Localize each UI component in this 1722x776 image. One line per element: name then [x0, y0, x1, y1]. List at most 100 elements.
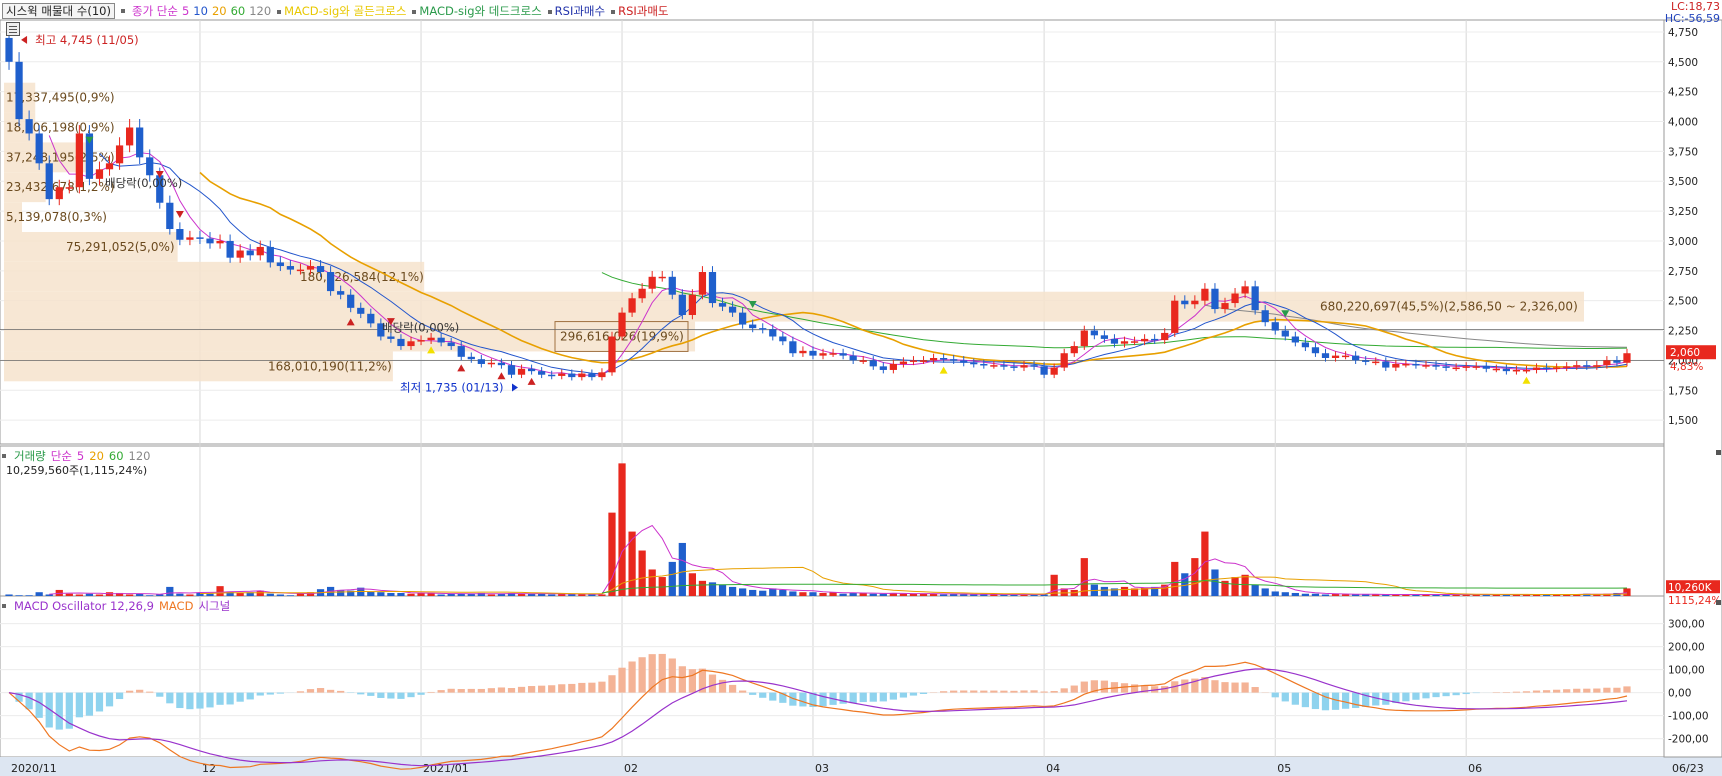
- bullet-icon: [277, 9, 282, 14]
- candle-body: [819, 353, 827, 356]
- macd-oscillator-bar: [1311, 692, 1320, 710]
- candle-body: [628, 298, 636, 313]
- macd-oscillator-bar: [558, 684, 566, 693]
- ma-legend: 종가 단순 5 10 20 60 120: [120, 3, 271, 19]
- candle-body: [658, 276, 666, 279]
- candle-body: [1251, 286, 1259, 311]
- candle-body: [718, 303, 727, 307]
- volume-bar: [5, 594, 13, 596]
- macd-oscillator-bar: [1613, 687, 1621, 693]
- macd-oscillator-bar: [35, 692, 43, 718]
- macd-oscillator-bar: [628, 661, 636, 693]
- volume-bar: [1271, 591, 1279, 596]
- macd-oscillator-bar: [397, 692, 405, 699]
- volume-bar: [176, 593, 184, 596]
- candle-body: [1070, 346, 1078, 354]
- candle-body: [1623, 353, 1631, 363]
- volume-bar: [739, 588, 747, 596]
- volume-bar: [216, 586, 224, 596]
- macd-oscillator-bar: [1341, 692, 1350, 709]
- volume-bar: [45, 594, 53, 596]
- candle-body: [447, 342, 455, 347]
- candle-body: [1201, 288, 1209, 301]
- volume-bar: [728, 586, 737, 596]
- macd-oscillator-bar: [276, 692, 284, 694]
- candle-body: [226, 240, 234, 258]
- candle-body: [115, 145, 124, 164]
- price-tick-label: 2,750: [1668, 266, 1698, 278]
- macd-oscillator-bar: [1010, 690, 1018, 693]
- volume-bar: [1201, 531, 1209, 596]
- volume-bar: [1191, 558, 1199, 596]
- macd-oscillator-bar: [266, 692, 274, 695]
- price-tick-label: 4,750: [1668, 27, 1698, 39]
- candle-body: [427, 337, 435, 341]
- stock-chart[interactable]: 2020/11 12 2021/01 02 03 04 05 06 06/234,7504,50…: [0, 0, 1722, 776]
- macd-oscillator-bar: [1382, 692, 1390, 705]
- candle-body: [1331, 355, 1340, 359]
- bullet-icon: [120, 9, 125, 13]
- macd-oscillator-bar: [387, 692, 395, 699]
- volume-ma-120: 120: [128, 449, 151, 463]
- price-tick-label: 1,750: [1668, 385, 1698, 397]
- indicator-select[interactable]: 시스윅 매물대 수(10): [2, 3, 115, 19]
- candle-body: [1432, 365, 1440, 367]
- macd-oscillator-bar: [85, 692, 94, 716]
- candle-body: [980, 363, 988, 366]
- volume-ma-60: 60: [108, 449, 124, 463]
- candle-body: [1291, 336, 1299, 343]
- candle-body: [1452, 367, 1460, 370]
- candle-body: [1542, 367, 1551, 370]
- candle-body: [739, 312, 747, 325]
- macd-oscillator-bar: [146, 691, 154, 693]
- macd-oscillator-bar: [960, 690, 968, 693]
- macd-oscillator-bar: [1301, 692, 1310, 708]
- volume-bar: [276, 594, 284, 596]
- macd-oscillator-bar: [25, 692, 33, 710]
- macd-oscillator-bar: [688, 669, 697, 693]
- macd-oscillator-bar: [156, 692, 164, 697]
- candle-body: [759, 328, 767, 330]
- macd-oscillator-bar: [1080, 681, 1088, 693]
- price-tick-label: 4,250: [1668, 87, 1698, 99]
- macd-oscillator-bar: [678, 666, 686, 693]
- background: [0, 0, 1722, 776]
- volume-bar: [849, 592, 857, 596]
- candle-body: [387, 336, 395, 339]
- bullet-icon: [412, 9, 417, 14]
- price-tick-label: 4,500: [1668, 57, 1698, 69]
- macd-oscillator-bar: [437, 690, 445, 693]
- macd-oscillator-bar: [1251, 687, 1259, 693]
- macd-oscillator-bar: [849, 692, 857, 704]
- volume-profile-label: 168,010,190(11,2%): [268, 359, 392, 373]
- volume-bar: [648, 569, 656, 596]
- candle-body: [1392, 363, 1400, 368]
- macd-oscillator-bar: [377, 692, 385, 698]
- candle-body: [1010, 366, 1018, 368]
- macd-oscillator-bar: [708, 674, 717, 693]
- price-tick-label: 2,500: [1668, 296, 1698, 308]
- candle-body: [960, 360, 968, 363]
- panel-marker-icon: [1716, 450, 1721, 455]
- candle-body: [487, 362, 496, 365]
- macd-oscillator-bar: [638, 657, 646, 693]
- macd-oscillator-bar: [668, 658, 676, 693]
- candle-body: [1261, 310, 1269, 323]
- candle-body: [869, 360, 877, 367]
- candle-body: [1583, 365, 1591, 367]
- volume-bar: [1311, 593, 1320, 596]
- macd-oscillator-bar: [1181, 679, 1189, 693]
- candle-body: [1472, 366, 1480, 368]
- ma-period-60: 60: [230, 4, 246, 18]
- volume-profile-label: 75,291,052(5,0%): [66, 240, 175, 254]
- price-tick-label: 3,500: [1668, 176, 1698, 188]
- volume-bar: [809, 592, 817, 596]
- candle-body: [246, 250, 254, 256]
- settings-grid-icon[interactable]: [6, 22, 20, 36]
- volume-bar: [618, 463, 626, 596]
- candle-body: [839, 353, 847, 356]
- volume-bar: [15, 595, 23, 596]
- macd-oscillator-bar: [1100, 680, 1109, 693]
- macd-oscillator-bar: [517, 686, 526, 693]
- volume-bar: [95, 594, 104, 596]
